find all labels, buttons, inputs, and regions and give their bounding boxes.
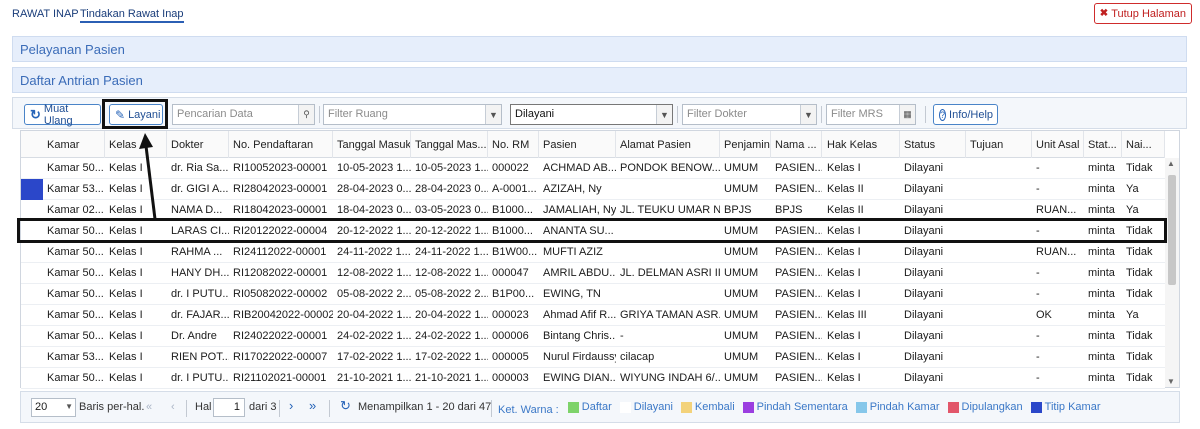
- annotation-arrow: [139, 133, 157, 220]
